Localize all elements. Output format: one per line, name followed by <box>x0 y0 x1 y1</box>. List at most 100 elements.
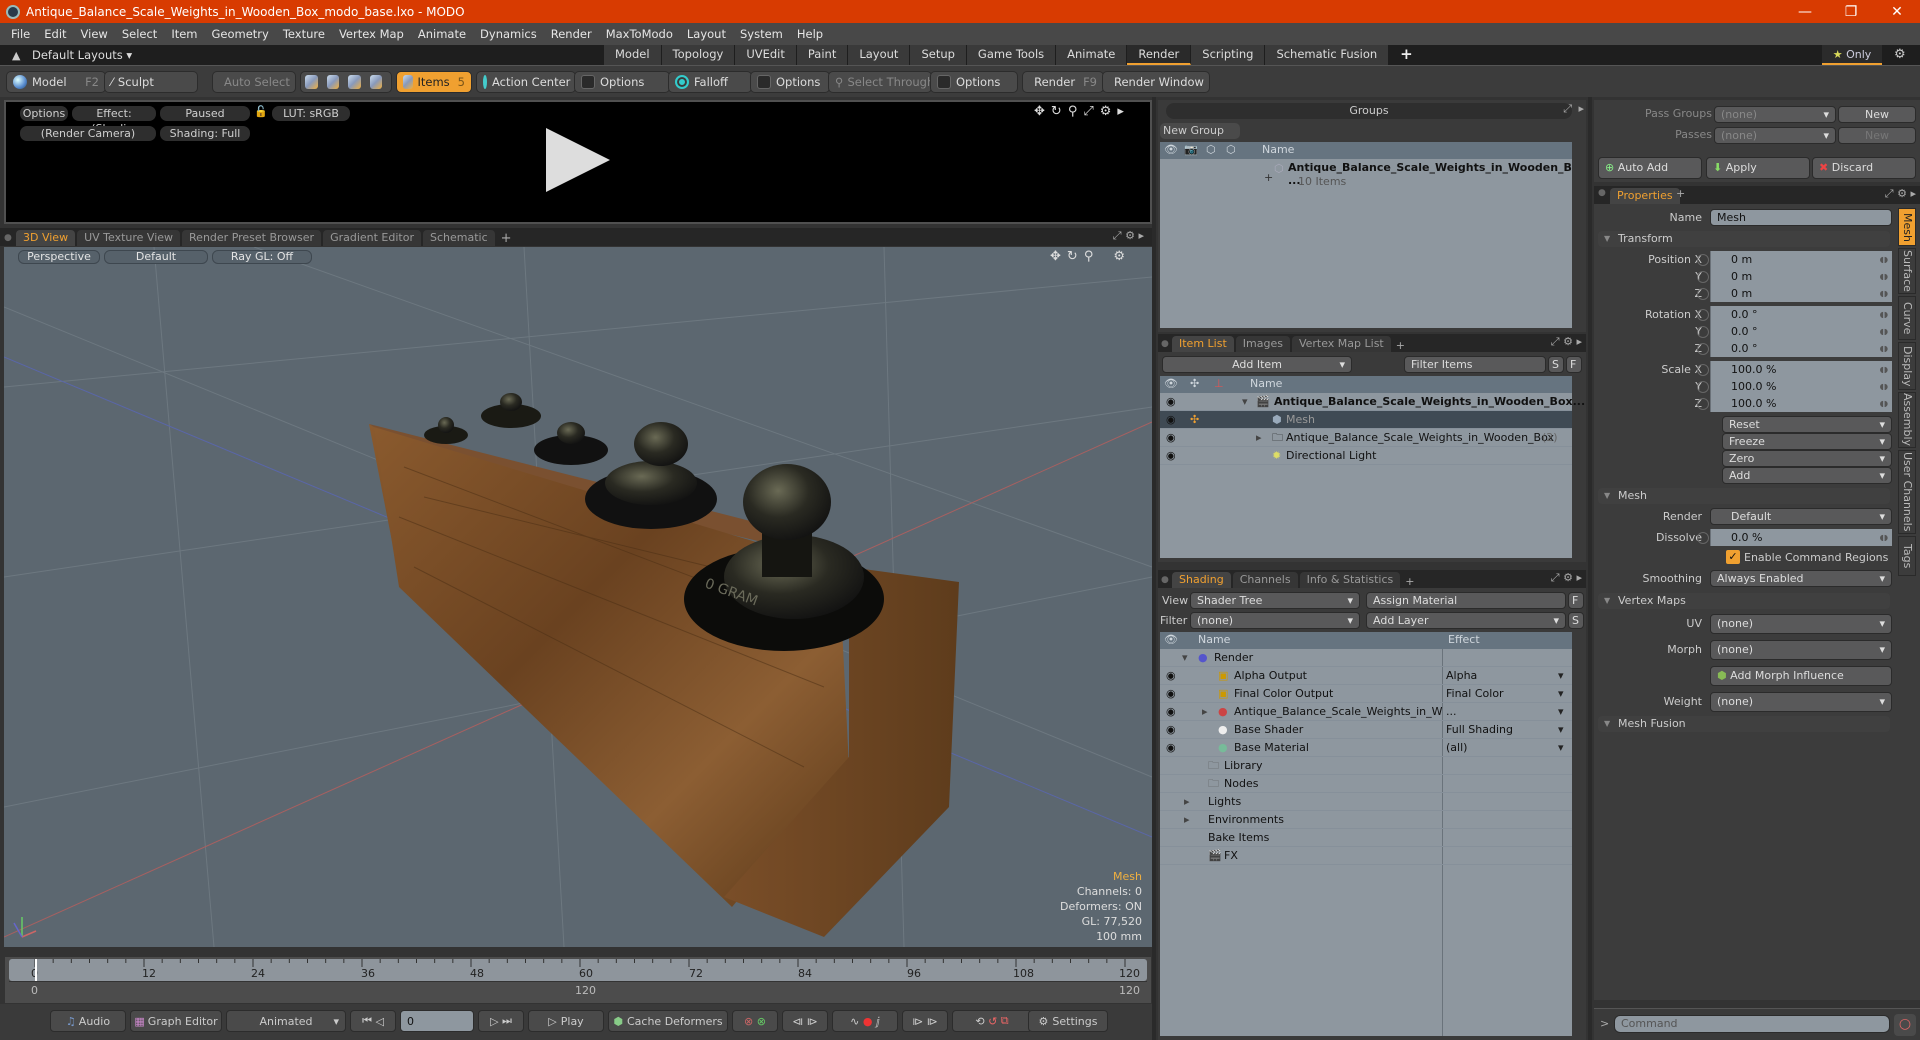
gear-icon[interactable]: ⚙ <box>1113 249 1125 264</box>
chevron-down-icon[interactable]: ▾ <box>1558 703 1564 721</box>
gear-icon[interactable]: ⚙ <box>1125 229 1135 242</box>
pan-icon[interactable]: ✥ <box>1050 249 1061 264</box>
tab-properties[interactable]: Properties <box>1610 188 1680 204</box>
cache-deformers-button[interactable]: ⬢ Cache Deformers <box>608 1010 728 1032</box>
menu-vertex-map[interactable]: Vertex Map <box>332 27 411 41</box>
go-to-start-icon[interactable]: ⏮ <box>362 1014 372 1028</box>
f-button[interactable]: F <box>1568 592 1584 609</box>
play-button[interactable]: ▷ Play <box>528 1010 604 1032</box>
dissolve-field[interactable]: 0.0 % <box>1697 529 1892 546</box>
splitter[interactable] <box>1588 97 1592 1040</box>
position-y-field[interactable]: 0 m <box>1697 268 1892 285</box>
auto-key-icon[interactable]: ∿ <box>850 1015 859 1028</box>
pan-icon[interactable]: ✥ <box>1034 104 1045 119</box>
uv-dropdown[interactable]: (none) <box>1710 614 1892 634</box>
action-center-button[interactable]: Action Center <box>476 71 576 93</box>
chevron-down-icon[interactable]: ▾ <box>1558 685 1564 703</box>
scale-z-field[interactable]: 100.0 % <box>1697 395 1892 412</box>
range-end-icon[interactable]: ⧐ <box>927 1015 938 1028</box>
layout-tab-paint[interactable]: Paint <box>796 45 849 65</box>
restore-button[interactable]: ❐ <box>1828 4 1874 20</box>
add-tab-button[interactable]: + <box>497 231 516 246</box>
command-history-icon[interactable]: ○ <box>1894 1014 1916 1036</box>
rotate-icon[interactable]: ↻ <box>1051 104 1062 119</box>
side-tab-mesh[interactable]: Mesh <box>1898 208 1916 246</box>
shader-row[interactable]: ◉ ● Base Shader Full Shading ▾ <box>1160 721 1572 739</box>
maximize-icon[interactable]: ⤢ <box>1113 229 1122 242</box>
name-input[interactable]: Mesh <box>1710 209 1892 226</box>
apply-button[interactable]: ⬇ Apply <box>1706 157 1810 179</box>
eye-icon[interactable]: ◉ <box>1166 685 1176 703</box>
transform-section[interactable]: Transform <box>1598 231 1890 247</box>
gear-icon[interactable]: ⚙ <box>1100 104 1112 119</box>
menu-layout[interactable]: Layout <box>680 27 733 41</box>
rotation-y-field[interactable]: 0.0 ° <box>1697 323 1892 340</box>
item-row-scene[interactable]: ◉ ▾ 🎬 Antique_Balance_Scale_Weights_in_Wood… <box>1160 393 1585 411</box>
eye-icon[interactable]: ◉ <box>1166 667 1176 685</box>
menu-file[interactable]: File <box>4 27 37 41</box>
frame-field[interactable]: 0 <box>400 1010 474 1032</box>
lock-icon[interactable]: 🔓 <box>254 105 268 118</box>
key-filter-icon[interactable]: ⅉ <box>876 1015 880 1028</box>
menu-dynamics[interactable]: Dynamics <box>473 27 544 41</box>
zoom-icon[interactable]: ⚲ <box>1084 249 1094 264</box>
graph-editor-button[interactable]: ▦ Graph Editor <box>130 1010 222 1032</box>
menu-view[interactable]: View <box>74 27 115 41</box>
tab-shading[interactable]: Shading <box>1172 572 1231 588</box>
sculpt-mode-button[interactable]: ⁄ Sculpt <box>104 71 198 93</box>
rotation-x-field[interactable]: 0.0 ° <box>1697 306 1892 323</box>
shader-row[interactable]: ◉ ▸ ● Antique_Balance_Scale_Weights_in_W ..… <box>1160 703 1572 721</box>
expand-plus-icon[interactable]: + <box>1264 171 1273 184</box>
vertex-maps-section[interactable]: Vertex Maps <box>1598 593 1890 609</box>
expand-arrow-icon[interactable]: ▸ <box>1184 793 1190 811</box>
polygons-mode-icon[interactable] <box>348 75 361 89</box>
loop-icon[interactable]: ↺ <box>988 1015 997 1028</box>
falloff-button[interactable]: Falloff <box>668 71 752 93</box>
side-tab-assembly[interactable]: Assembly <box>1898 392 1916 448</box>
shader-row[interactable]: ◉ ▣ Final Color Output Final Color ▾ <box>1160 685 1572 703</box>
lut-dropdown[interactable]: LUT: sRGB <box>272 106 350 121</box>
layout-tab-model[interactable]: Model <box>604 45 662 65</box>
prev-key-icon[interactable]: ◁ <box>375 1015 383 1028</box>
projection-dropdown[interactable]: Perspective <box>18 250 100 264</box>
shader-row[interactable]: ◉ ▣ Alpha Output Alpha ▾ <box>1160 667 1572 685</box>
tab-uv-texture-view[interactable]: UV Texture View <box>77 230 181 246</box>
timeline-ruler[interactable]: 0 12 24 36 48 60 72 84 96 108 120 <box>9 959 1147 981</box>
expand-arrow-icon[interactable]: ▸ <box>1256 429 1262 447</box>
menu-edit[interactable]: Edit <box>37 27 73 41</box>
position-z-field[interactable]: 0 m <box>1697 285 1892 302</box>
tab-vertex-map-list[interactable]: Vertex Map List <box>1291 336 1391 352</box>
side-tab-surface[interactable]: Surface <box>1898 248 1916 294</box>
side-tab-curve[interactable]: Curve <box>1898 296 1916 340</box>
tab-images[interactable]: Images <box>1235 336 1290 352</box>
prev-keyframe-icon[interactable]: ⧏ <box>792 1015 803 1028</box>
expand-arrow-icon[interactable]: ▸ <box>1578 102 1584 115</box>
model-mode-button[interactable]: Model F2 <box>6 71 106 93</box>
add-morph-influence-button[interactable]: ⬢ Add Morph Influence <box>1710 666 1892 686</box>
new-pass-group-button[interactable]: New <box>1838 106 1916 123</box>
layout-tab-topology[interactable]: Topology <box>661 45 736 65</box>
filter-dropdown[interactable]: (none) <box>1190 612 1360 629</box>
next-key-icon[interactable]: ▷ <box>490 1015 498 1028</box>
maximize-icon[interactable]: ⤢ <box>1551 571 1560 584</box>
splitter[interactable] <box>1152 97 1156 1040</box>
collapse-icon[interactable]: ▲ <box>12 49 32 62</box>
gear-icon[interactable]: ⚙ <box>1897 187 1907 200</box>
enable-command-regions-checkbox[interactable]: ✓ <box>1726 550 1740 564</box>
rotate-icon[interactable]: ↻ <box>1067 249 1078 264</box>
new-group-button[interactable]: New Group <box>1160 123 1240 139</box>
shader-row[interactable]: ◉ ● Base Material (all) ▾ <box>1160 739 1572 757</box>
transform-icon[interactable]: ✣ <box>1190 411 1199 429</box>
shader-row[interactable]: ▸ Environments <box>1160 811 1572 829</box>
next-keyframe-icon[interactable]: ⧐ <box>807 1015 818 1028</box>
render-dropdown[interactable]: Default <box>1710 508 1892 525</box>
discard-button[interactable]: ✖ Discard <box>1812 157 1916 179</box>
new-pass-button[interactable]: New <box>1838 127 1916 144</box>
view-dropdown[interactable]: Shader Tree <box>1190 592 1360 609</box>
filter-items-input[interactable]: Filter Items <box>1404 356 1546 373</box>
render-preview[interactable]: Options Effect: (Shadi... Paused 🔓 LUT: … <box>4 100 1152 224</box>
select-through-button[interactable]: ⚲ Select Through <box>828 71 934 93</box>
menu-item[interactable]: Item <box>164 27 204 41</box>
menu-system[interactable]: System <box>733 27 790 41</box>
tab-gradient-editor[interactable]: Gradient Editor <box>323 230 421 246</box>
